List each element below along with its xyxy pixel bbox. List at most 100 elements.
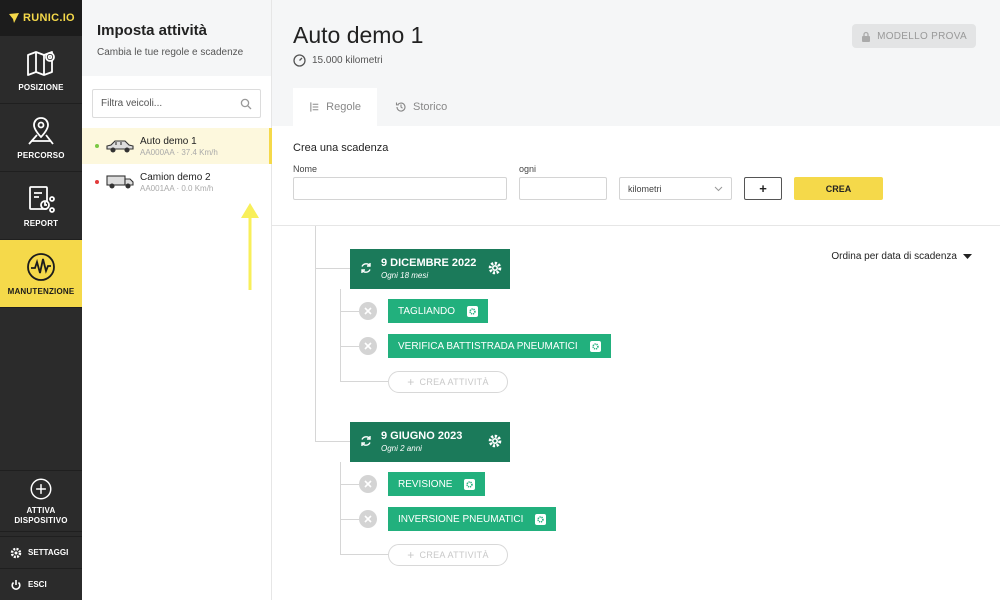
nav-label: SETTAGGI: [28, 548, 69, 557]
lock-icon: [862, 31, 871, 42]
timeline-connector: [340, 381, 388, 382]
task-label: TAGLIANDO: [398, 305, 456, 317]
timeline-connector: [315, 268, 350, 269]
vehicle-name: Camion demo 2: [140, 171, 211, 183]
nav-item-settaggi[interactable]: SETTAGGI: [0, 536, 82, 568]
search-icon: [240, 98, 252, 109]
unit-select[interactable]: kilometri: [619, 177, 732, 200]
close-icon: [364, 480, 372, 488]
gear-icon[interactable]: [488, 261, 502, 275]
nav-label-line2: DISPOSITIVO: [14, 516, 68, 525]
add-circle-icon: [30, 478, 52, 500]
vehicle-item-camion-demo-2[interactable]: Camion demo 2 AA001AA · 0.0 Km/h: [82, 164, 272, 200]
task-settings-icon[interactable]: [535, 513, 547, 525]
map-icon: [27, 50, 55, 76]
remove-task-button[interactable]: [359, 475, 377, 493]
plus-icon: +: [407, 548, 415, 562]
plus-icon: +: [407, 375, 415, 389]
vehicle-item-auto-demo-1[interactable]: Auto demo 1 AA000AA · 37.4 Km/h: [82, 128, 272, 164]
task-chip[interactable]: TAGLIANDO: [388, 299, 489, 323]
add-task-button[interactable]: + CREA ATTIVITÀ: [388, 371, 508, 393]
tab-regole[interactable]: Regole: [293, 88, 377, 126]
timeline-connector: [340, 484, 359, 485]
logo-icon: [9, 13, 19, 23]
task-settings-icon[interactable]: [467, 305, 479, 317]
odometer: 15.000 kilometri: [293, 54, 383, 67]
nav-item-manutenzione[interactable]: MANUTENZIONE: [0, 240, 82, 308]
add-task-label: CREA ATTIVITÀ: [419, 550, 489, 560]
task-chip[interactable]: VERIFICA BATTISTRADA PNEUMATICI: [388, 334, 611, 358]
remove-task-button[interactable]: [359, 510, 377, 528]
nav-label: PERCORSO: [17, 150, 65, 160]
main-content: Auto demo 1 15.000 kilometri MODELLO PRO…: [272, 0, 1000, 600]
gauge-icon: [293, 54, 306, 67]
task-chip[interactable]: REVISIONE: [388, 472, 486, 496]
timeline-connector: [340, 519, 359, 520]
chevron-down-icon: [714, 186, 723, 191]
car-icon: [106, 140, 134, 153]
close-icon: [364, 307, 372, 315]
vehicle-filter-input[interactable]: [101, 98, 231, 109]
tab-storico[interactable]: Storico: [379, 88, 463, 126]
gear-icon[interactable]: [488, 434, 502, 448]
model-button[interactable]: MODELLO PROVA: [852, 24, 976, 48]
vehicle-header: Auto demo 1 15.000 kilometri MODELLO PRO…: [272, 0, 1000, 126]
task-label: VERIFICA BATTISTRADA PNEUMATICI: [398, 340, 578, 352]
brand-logo[interactable]: RUNIC.IO: [0, 0, 82, 36]
vehicle-filter[interactable]: [92, 89, 261, 118]
hint-arrow: [241, 203, 259, 290]
timeline-connector: [315, 441, 350, 442]
deadline-card[interactable]: 9 GIUGNO 2023 Ogni 2 anni: [350, 422, 510, 462]
nav-label: REPORT: [23, 218, 59, 228]
name-input[interactable]: [293, 177, 507, 200]
timeline-line: [340, 462, 341, 554]
add-button[interactable]: +: [744, 177, 782, 200]
nav-item-esci[interactable]: ESCI: [0, 568, 82, 600]
create-deadline-form: Crea una scadenza Nome ogni kilometri + …: [272, 126, 1000, 226]
remove-task-button[interactable]: [359, 302, 377, 320]
page-title: Auto demo 1: [293, 22, 424, 48]
nav-item-percorso[interactable]: PERCORSO: [0, 104, 82, 172]
nav-label: ESCI: [28, 580, 47, 589]
sort-dropdown[interactable]: Ordina per data di scadenza: [831, 251, 972, 262]
task-settings-icon[interactable]: [464, 478, 476, 490]
status-dot: [95, 180, 99, 184]
every-input[interactable]: [519, 177, 607, 200]
panel-subtitle: Cambia le tue regole e scadenze: [97, 47, 244, 58]
form-title: Crea una scadenza: [293, 142, 389, 154]
deadline-card[interactable]: 9 DICEMBRE 2022 Ogni 18 mesi: [350, 249, 510, 289]
name-label: Nome: [293, 164, 318, 174]
nav-label-line1: ATTIVA: [26, 506, 56, 515]
nav-item-attiva-dispositivo[interactable]: ATTIVA DISPOSITIVO: [0, 470, 82, 532]
history-icon: [395, 102, 406, 112]
timeline-line: [315, 226, 316, 442]
nav-item-report[interactable]: REPORT: [0, 172, 82, 240]
nav-label: MANUTENZIONE: [7, 286, 75, 296]
model-button-label: MODELLO PROVA: [877, 30, 967, 42]
panel-title: Imposta attività: [97, 22, 208, 39]
add-task-label: CREA ATTIVITÀ: [419, 377, 489, 387]
task-label: REVISIONE: [398, 478, 453, 490]
create-button[interactable]: CREA: [794, 177, 883, 200]
nav-label: ATTIVA DISPOSITIVO: [14, 506, 67, 526]
gear-icon: [10, 547, 22, 558]
caret-down-icon: [963, 254, 972, 259]
main-nav: RUNIC.IO POSIZIONE PERCORSO REPORT MANUT…: [0, 0, 82, 600]
status-dot: [95, 144, 99, 148]
brand-name: RUNIC.IO: [23, 12, 75, 24]
add-task-button[interactable]: + CREA ATTIVITÀ: [388, 544, 508, 566]
task-settings-icon[interactable]: [589, 340, 601, 352]
remove-task-button[interactable]: [359, 337, 377, 355]
tab-label: Storico: [413, 101, 448, 113]
vehicle-panel: Imposta attività Cambia le tue regole e …: [82, 0, 272, 600]
vehicle-meta: AA001AA · 0.0 Km/h: [140, 183, 214, 193]
task-chip[interactable]: INVERSIONE PNEUMATICI: [388, 507, 557, 531]
nav-item-posizione[interactable]: POSIZIONE: [0, 36, 82, 104]
maintenance-icon: [27, 252, 55, 281]
close-icon: [364, 342, 372, 350]
route-icon: [28, 116, 54, 145]
close-icon: [364, 515, 372, 523]
vehicle-meta: AA000AA · 37.4 Km/h: [140, 147, 218, 157]
timeline-connector: [340, 346, 359, 347]
report-icon: [29, 185, 55, 213]
